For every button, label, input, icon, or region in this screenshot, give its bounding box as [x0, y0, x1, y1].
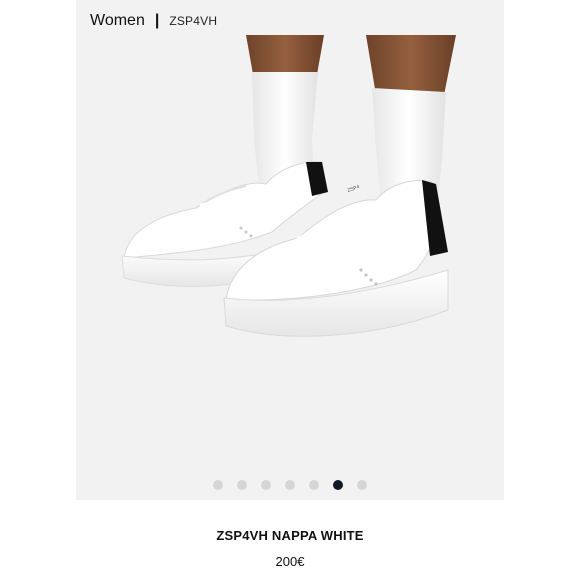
carousel-dot[interactable] [261, 480, 271, 490]
carousel-dot[interactable] [309, 480, 319, 490]
carousel-dot[interactable] [333, 480, 343, 490]
breadcrumb-category[interactable]: Women [90, 12, 145, 30]
sneakers-photo: ZSP4 [76, 0, 504, 500]
carousel-dot[interactable] [357, 480, 367, 490]
product-info: ZSP4VH NAPPA WHITE 200€ [76, 500, 504, 580]
carousel-dot[interactable] [213, 480, 223, 490]
carousel-pagination [0, 480, 580, 490]
carousel-dot[interactable] [285, 480, 295, 490]
carousel-dot[interactable] [237, 480, 247, 490]
product-name: ZSP4VH NAPPA WHITE [216, 528, 364, 543]
product-image[interactable]: ZSP4 [76, 0, 504, 500]
product-price: 200€ [275, 554, 305, 569]
product-page: ZSP4 Women | ZSP4VH ZSP4VH NAPPA WHITE 2… [0, 0, 580, 580]
breadcrumb: Women | ZSP4VH [90, 12, 217, 30]
breadcrumb-separator: | [154, 12, 160, 29]
breadcrumb-model: ZSP4VH [169, 14, 218, 28]
